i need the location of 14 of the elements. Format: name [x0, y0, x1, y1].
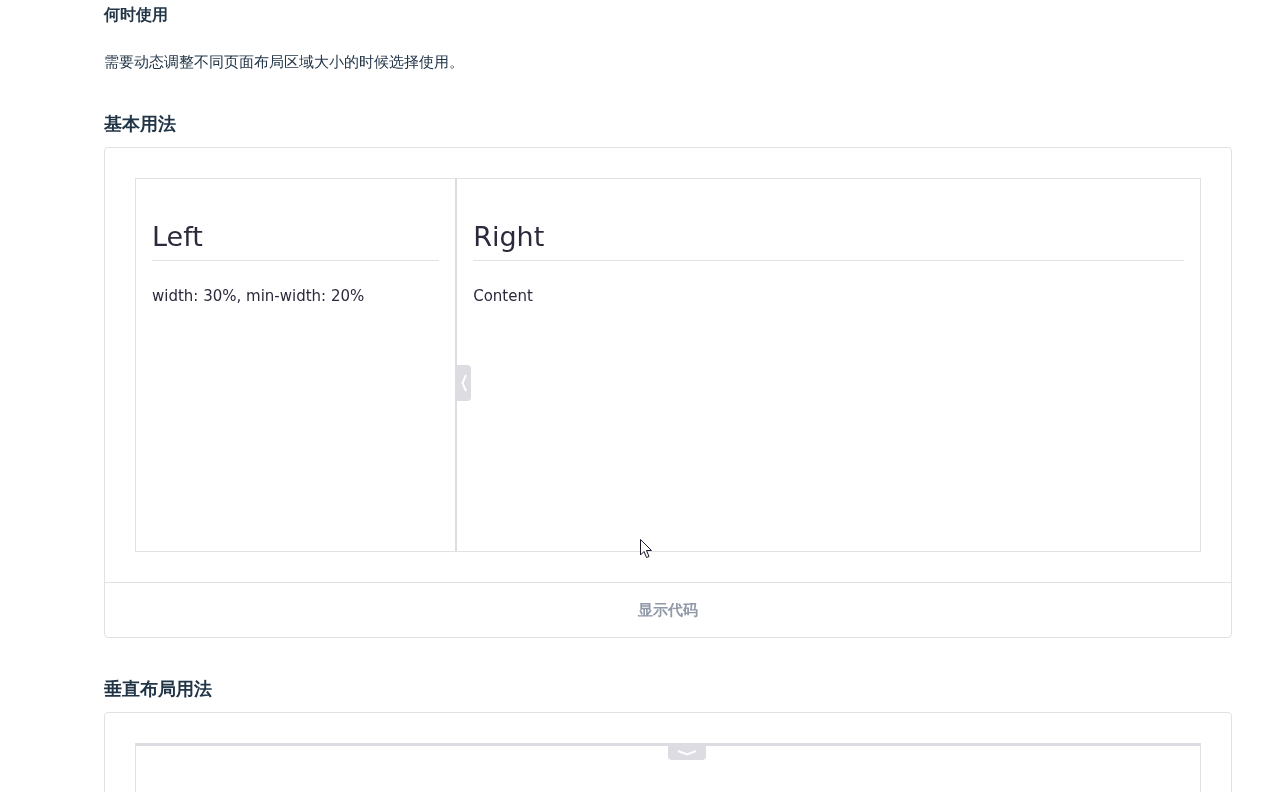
- description-text: 需要动态调整不同页面布局区域大小的时候选择使用。: [104, 52, 464, 73]
- pane-text: Content: [473, 286, 533, 307]
- collapse-handle[interactable]: [456, 365, 472, 401]
- pane-text: width: 30%, min-width: 20%: [152, 286, 365, 307]
- chevron-left-icon: [460, 374, 467, 392]
- section-heading: 垂直布局用法: [104, 677, 212, 701]
- section-heading: 基本用法: [104, 112, 176, 136]
- mouse-pointer-icon: [640, 539, 653, 559]
- pane-heading: Left: [152, 219, 440, 261]
- show-code-button[interactable]: 显示代码: [638, 600, 698, 620]
- collapse-handle[interactable]: [668, 745, 706, 760]
- chevron-down-icon: [677, 749, 697, 756]
- section-heading: 何时使用: [104, 4, 168, 26]
- pane-heading: Right: [473, 219, 1184, 261]
